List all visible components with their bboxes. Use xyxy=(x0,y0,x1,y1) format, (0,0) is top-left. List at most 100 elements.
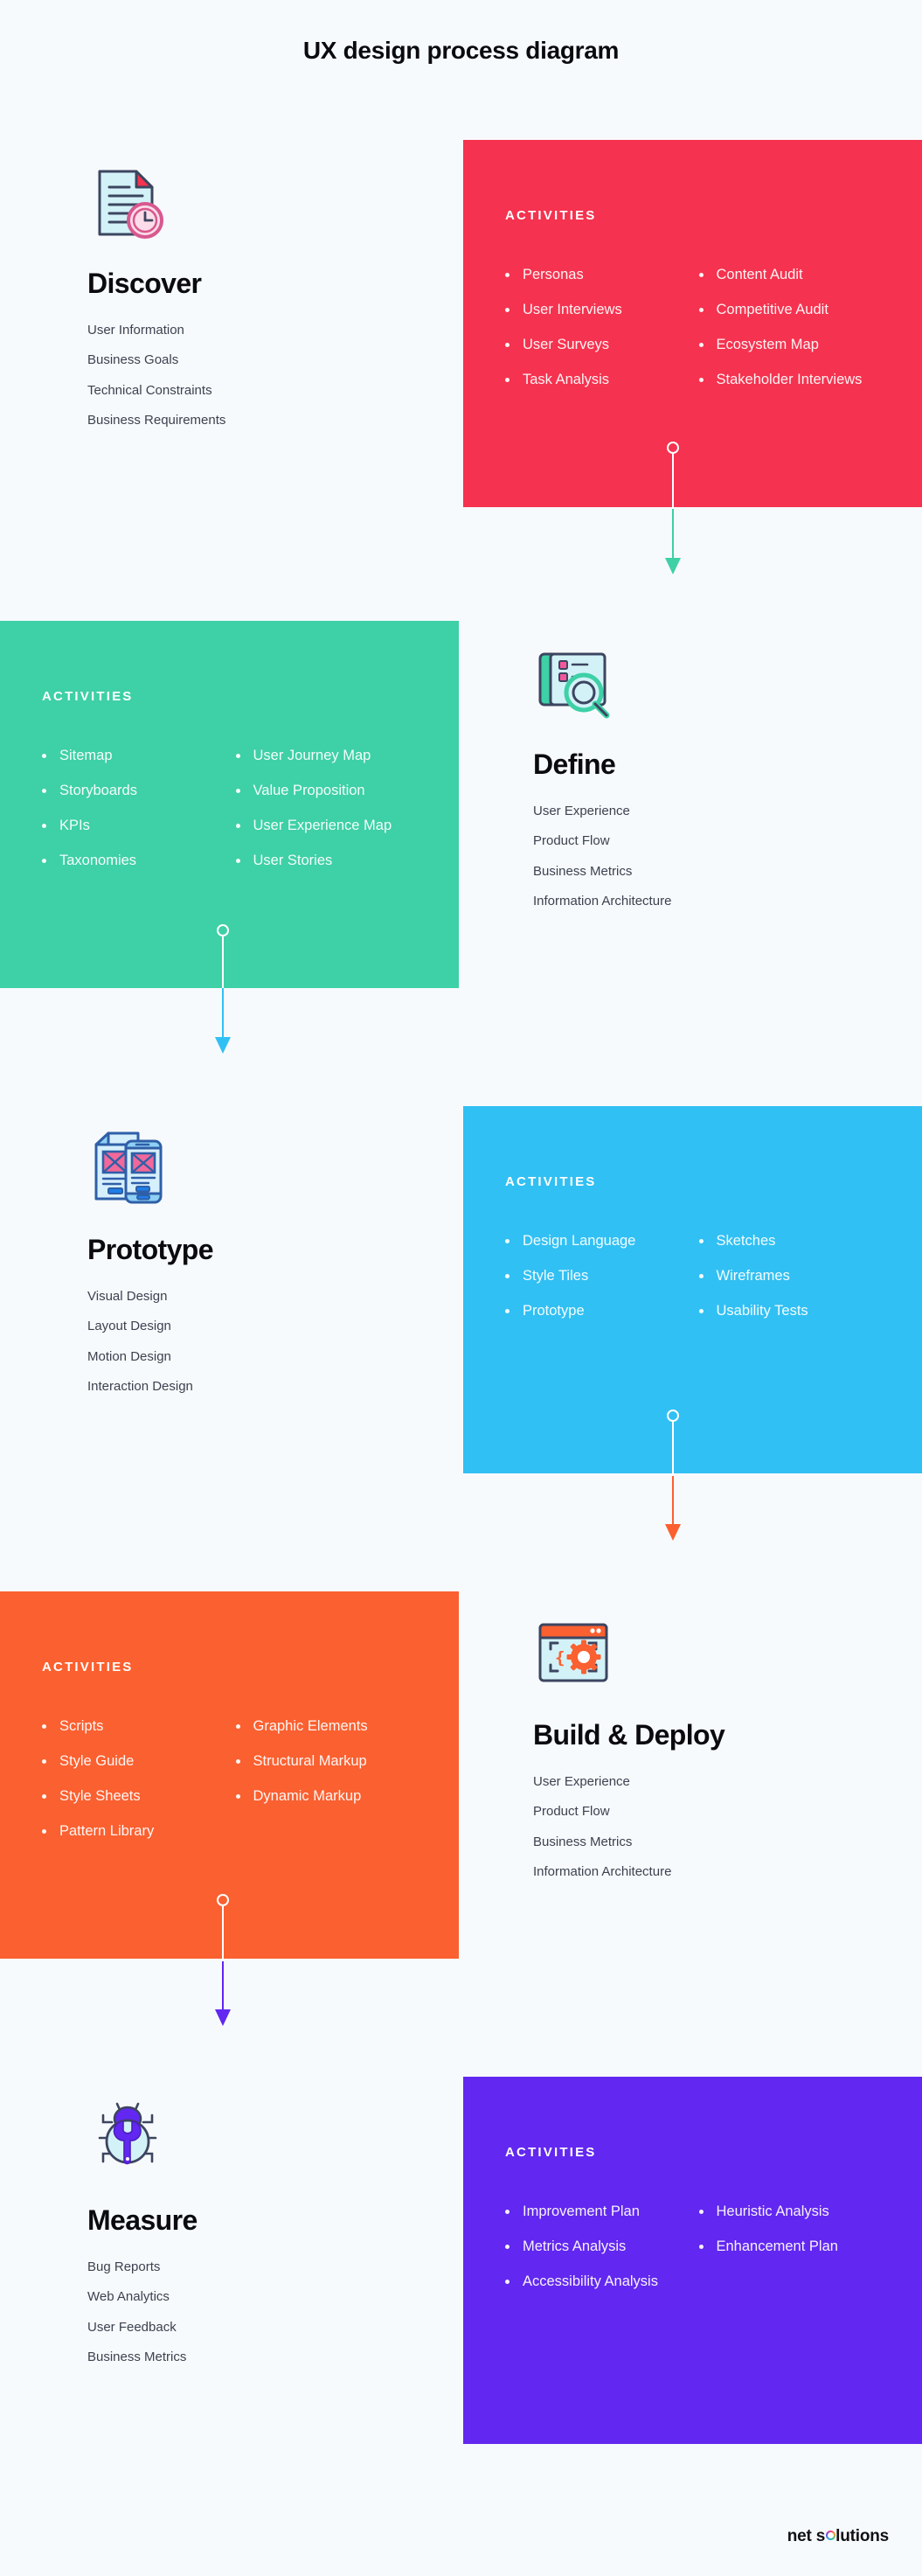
bullet-icon xyxy=(42,859,46,864)
activity-label: Wireframes xyxy=(716,1268,790,1285)
bullet-icon xyxy=(235,859,240,864)
activity-item: Storyboards xyxy=(42,783,224,798)
activity-label: Stakeholder Interviews xyxy=(716,372,863,388)
connector-line-upper xyxy=(672,453,675,509)
browser-code-gear-icon: { } xyxy=(533,1614,614,1695)
bullet-icon xyxy=(42,789,46,794)
activity-label: Accessibility Analysis xyxy=(523,2273,658,2290)
bug-wrench-icon xyxy=(87,2099,168,2180)
activity-label: User Journey Map xyxy=(253,748,371,763)
bullet-icon xyxy=(42,1794,46,1800)
activity-label: Competitive Audit xyxy=(716,302,828,318)
activity-item: Accessibility Analysis xyxy=(505,2273,687,2289)
activity-item: Dynamic Markup xyxy=(235,1788,418,1805)
connector-line-lower xyxy=(672,1476,675,1525)
bullet-icon xyxy=(505,1274,510,1279)
stage-point: User Information xyxy=(87,323,184,338)
bullet-icon xyxy=(42,1724,46,1729)
connector-arrowhead-icon xyxy=(215,1037,231,1054)
activity-label: Enhancement Plan xyxy=(716,2238,838,2255)
bullet-icon xyxy=(505,1239,510,1243)
activity-item: Heuristic Analysis xyxy=(698,2204,881,2219)
activity-item: User Interviews xyxy=(505,302,687,317)
activity-label: Structural Markup xyxy=(253,1753,367,1770)
activities-column-1: Scripts Style Guide Style Sheets Pattern Li… xyxy=(42,1718,224,1859)
bullet-icon xyxy=(698,2210,704,2214)
stage-title: Define xyxy=(533,748,616,780)
activities-heading: ACTIVITIES xyxy=(42,689,134,704)
activities-panel-discover: ACTIVITIES Personas User Interviews User Su… xyxy=(463,140,922,507)
stage-point: User Experience xyxy=(533,1774,630,1789)
connector-line-lower xyxy=(672,509,675,559)
stage-point: Business Requirements xyxy=(87,412,226,428)
bullet-icon xyxy=(505,273,510,277)
bullet-icon xyxy=(505,2245,510,2250)
stage-point: User Feedback xyxy=(87,2319,177,2335)
activity-label: Style Guide xyxy=(59,1753,135,1770)
activity-item: Value Proposition xyxy=(235,783,418,799)
activity-label: Design Language xyxy=(523,1233,636,1249)
stage-point: Technical Constraints xyxy=(87,382,212,398)
stage-point: Information Architecture xyxy=(533,1863,672,1879)
activity-item: Enhancement Plan xyxy=(698,2238,881,2255)
stage-info-build-deploy: { } Build & Deploy User Experience Product… xyxy=(463,1591,922,1894)
activity-label: User Surveys xyxy=(523,337,610,353)
bullet-icon xyxy=(235,1759,240,1765)
stage-point: Interaction Design xyxy=(87,1378,193,1394)
bullet-icon xyxy=(698,378,704,383)
activities-heading: ACTIVITIES xyxy=(42,1660,134,1674)
connector-arrow xyxy=(213,924,232,1054)
bullet-icon xyxy=(42,824,46,829)
bullet-icon xyxy=(505,308,510,313)
stage-title: Build & Deploy xyxy=(533,1719,725,1751)
stage-point: Product Flow xyxy=(533,1804,610,1820)
stage-point: Layout Design xyxy=(87,1319,171,1334)
activity-item: Content Audit xyxy=(698,267,881,282)
bullet-icon xyxy=(235,789,240,794)
activity-label: Value Proposition xyxy=(253,783,365,799)
activity-label: Scripts xyxy=(59,1718,104,1734)
stage-point: Information Architecture xyxy=(533,893,672,909)
bullet-icon xyxy=(698,1309,704,1314)
connector-dot-icon xyxy=(667,1410,679,1422)
activity-label: Personas xyxy=(523,267,584,282)
activity-item: Competitive Audit xyxy=(698,302,881,318)
activity-item: Graphic Elements xyxy=(235,1718,418,1734)
stage-point: Motion Design xyxy=(87,1348,171,1364)
activity-item: Taxonomies xyxy=(42,853,224,868)
activity-label: User Experience Map xyxy=(253,818,392,834)
stage-point: Web Analytics xyxy=(87,2289,170,2305)
activity-item: Style Tiles xyxy=(505,1268,687,1284)
activity-item: User Stories xyxy=(235,853,418,868)
activity-item: Usability Tests xyxy=(698,1303,881,1319)
activity-item: Pattern Library xyxy=(42,1823,224,1839)
bullet-icon xyxy=(698,2245,704,2250)
bullet-icon xyxy=(235,1794,240,1800)
connector-arrow xyxy=(663,1410,683,1541)
activity-label: Graphic Elements xyxy=(253,1718,368,1734)
stage-info-measure: Measure Bug Reports Web Analytics User Feed… xyxy=(0,2077,459,2379)
activity-item: Scripts xyxy=(42,1718,224,1734)
stage-point: User Experience xyxy=(533,804,630,818)
activity-label: Pattern Library xyxy=(59,1823,155,1840)
activity-label: Heuristic Analysis xyxy=(716,2204,829,2219)
activity-item: User Journey Map xyxy=(235,748,418,763)
stage-title: Prototype xyxy=(87,1234,214,1265)
bullet-icon xyxy=(42,754,46,758)
activity-item: Prototype xyxy=(505,1303,687,1319)
bullet-icon xyxy=(235,824,240,829)
logo-text-post: lutions xyxy=(835,2527,889,2545)
connector-line-lower xyxy=(222,988,225,1038)
wireframe-mobile-icon xyxy=(87,1129,168,1209)
stage-point: Business Goals xyxy=(87,352,179,368)
activities-column-2: Content Audit Competitive Audit Ecosystem … xyxy=(698,267,881,407)
bullet-icon xyxy=(505,2280,510,2285)
page-title: UX design process diagram xyxy=(302,37,620,64)
activity-label: Task Analysis xyxy=(523,372,610,388)
bullet-icon xyxy=(505,2210,510,2214)
activities-column-1: Personas User Interviews User Surveys Task … xyxy=(505,267,687,407)
activity-label: Sitemap xyxy=(59,748,113,763)
activity-item: Sketches xyxy=(698,1233,881,1249)
stage-point: Visual Design xyxy=(87,1289,168,1304)
activity-label: Dynamic Markup xyxy=(253,1788,362,1805)
